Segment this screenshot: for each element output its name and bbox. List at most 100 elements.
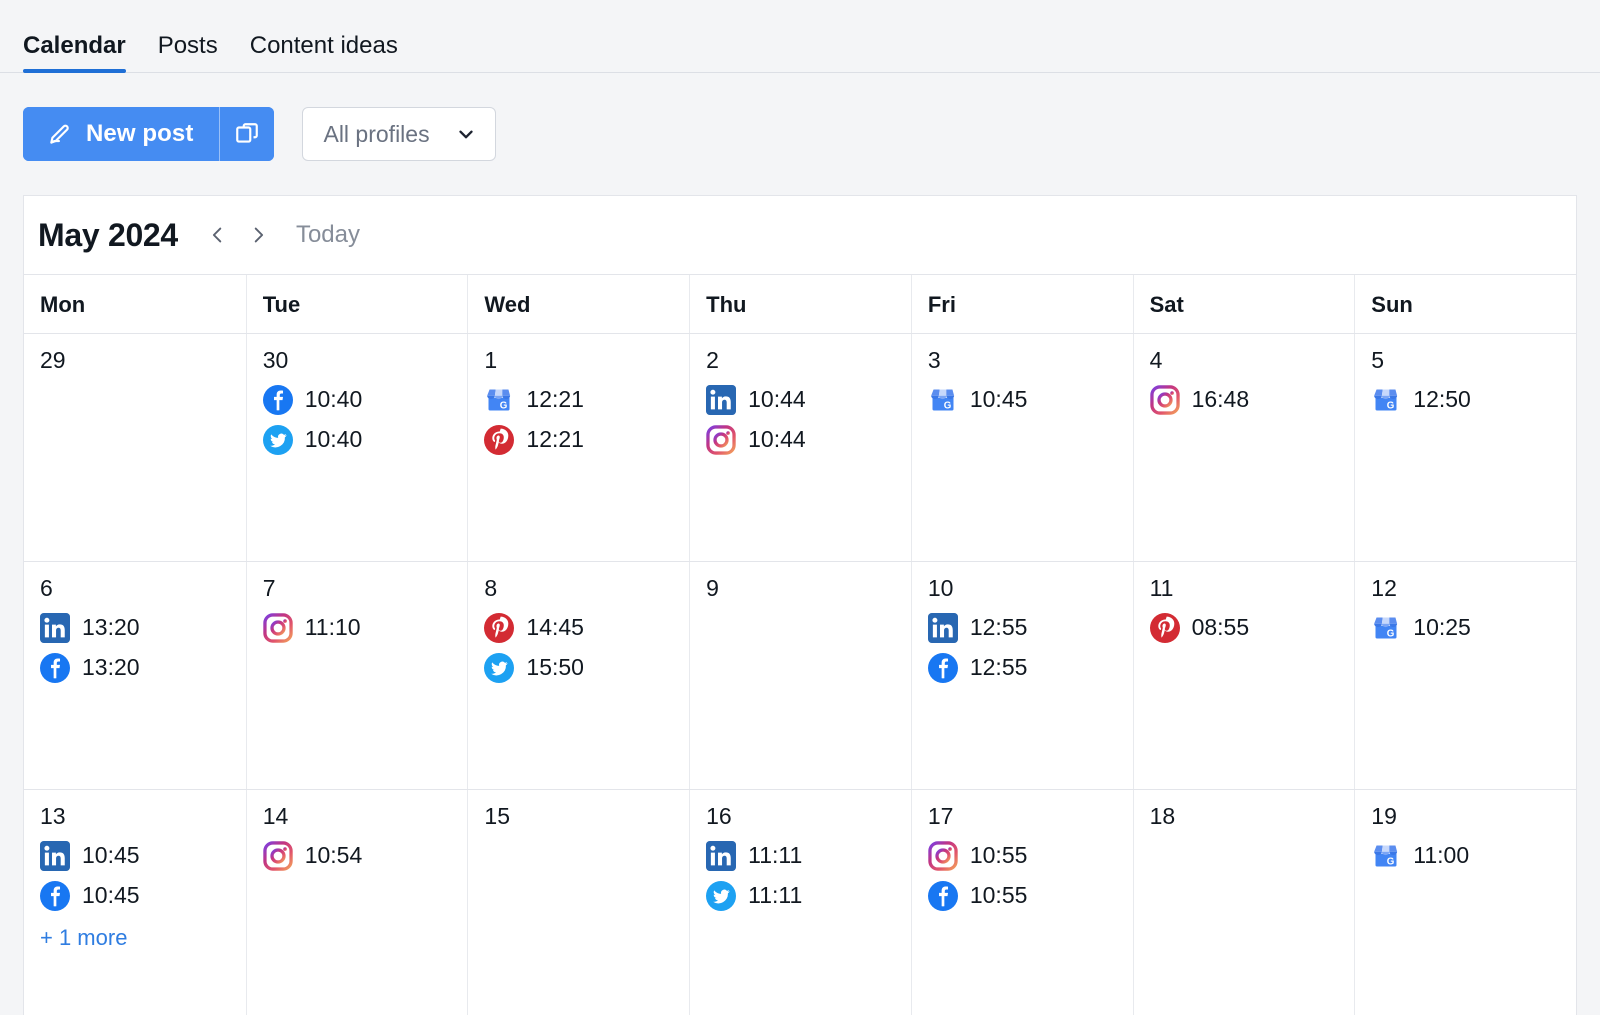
scheduled-post[interactable]: 10:45 bbox=[40, 841, 246, 871]
calendar-day-cell[interactable]: 30 10:40 10:40 bbox=[246, 334, 468, 561]
day-events: 10:44 10:44 bbox=[706, 385, 911, 455]
calendar-day-cell[interactable]: 14 10:54 bbox=[246, 790, 468, 1015]
day-of-week-row: Mon Tue Wed Thu Fri Sat Sun bbox=[24, 274, 1576, 333]
calendar-day-cell[interactable]: 11 08:55 bbox=[1133, 562, 1355, 789]
post-time: 12:55 bbox=[970, 656, 1028, 679]
post-time: 10:25 bbox=[1413, 616, 1471, 639]
svg-text:G: G bbox=[1387, 400, 1395, 411]
instagram-icon bbox=[263, 841, 293, 871]
post-time: 14:45 bbox=[526, 616, 584, 639]
scheduled-post[interactable]: 13:20 bbox=[40, 613, 246, 643]
post-time: 11:00 bbox=[1413, 844, 1469, 867]
scheduled-post[interactable]: 11:11 bbox=[706, 881, 911, 911]
next-month-button[interactable] bbox=[238, 215, 278, 255]
calendar-day-cell[interactable]: 1 G 12:21 12:21 bbox=[467, 334, 689, 561]
scheduled-post[interactable]: 10:55 bbox=[928, 881, 1133, 911]
calendar-day-cell[interactable]: 9 bbox=[689, 562, 911, 789]
scheduled-post[interactable]: 12:55 bbox=[928, 653, 1133, 683]
calendar-day-cell[interactable]: 2 10:44 10:44 bbox=[689, 334, 911, 561]
day-events: 10:40 10:40 bbox=[263, 385, 468, 455]
day-number: 8 bbox=[484, 574, 689, 603]
tab-posts[interactable]: Posts bbox=[146, 34, 230, 72]
calendar-day-cell[interactable]: 6 13:20 13:20 bbox=[24, 562, 246, 789]
dow-mon: Mon bbox=[24, 275, 246, 333]
scheduled-post[interactable]: 10:55 bbox=[928, 841, 1133, 871]
post-time: 15:50 bbox=[526, 656, 584, 679]
profiles-select-value: All profiles bbox=[323, 121, 429, 148]
tab-calendar[interactable]: Calendar bbox=[23, 34, 138, 72]
calendar-day-cell[interactable]: 7 11:10 bbox=[246, 562, 468, 789]
post-time: 08:55 bbox=[1192, 616, 1250, 639]
linkedin-icon bbox=[706, 385, 736, 415]
calendar-header: May 2024 Today bbox=[24, 196, 1576, 274]
scheduled-post[interactable]: 16:48 bbox=[1150, 385, 1355, 415]
profiles-select[interactable]: All profiles bbox=[302, 107, 496, 161]
scheduled-post[interactable]: G 12:21 bbox=[484, 385, 689, 415]
day-number: 16 bbox=[706, 802, 911, 831]
scheduled-post[interactable]: 12:55 bbox=[928, 613, 1133, 643]
facebook-icon bbox=[40, 653, 70, 683]
scheduled-post[interactable]: 15:50 bbox=[484, 653, 689, 683]
scheduled-post[interactable]: 13:20 bbox=[40, 653, 246, 683]
scheduled-post[interactable]: 11:11 bbox=[706, 841, 911, 871]
post-time: 13:20 bbox=[82, 656, 140, 679]
calendar-day-cell[interactable]: 19 G 11:00 bbox=[1354, 790, 1576, 1015]
calendar-day-cell[interactable]: 13 10:45 10:45+ 1 more bbox=[24, 790, 246, 1015]
google-business-icon: G bbox=[1371, 841, 1401, 871]
svg-text:G: G bbox=[944, 400, 952, 411]
day-events: 08:55 bbox=[1150, 613, 1355, 643]
pinterest-icon bbox=[1150, 613, 1180, 643]
day-number: 11 bbox=[1150, 574, 1355, 603]
instagram-icon bbox=[706, 425, 736, 455]
prev-month-button[interactable] bbox=[198, 215, 238, 255]
scheduled-post[interactable]: 11:10 bbox=[263, 613, 468, 643]
scheduled-post[interactable]: 10:40 bbox=[263, 425, 468, 455]
calendar-day-cell[interactable]: 17 10:55 10:55 bbox=[911, 790, 1133, 1015]
duplicate-button[interactable] bbox=[220, 107, 274, 161]
day-number: 6 bbox=[40, 574, 246, 603]
calendar-day-cell[interactable]: 12 G 10:25 bbox=[1354, 562, 1576, 789]
calendar-day-cell[interactable]: 18 bbox=[1133, 790, 1355, 1015]
calendar-day-cell[interactable]: 4 16:48 bbox=[1133, 334, 1355, 561]
scheduled-post[interactable]: 10:40 bbox=[263, 385, 468, 415]
scheduled-post[interactable]: G 10:45 bbox=[928, 385, 1133, 415]
scheduled-post[interactable]: 14:45 bbox=[484, 613, 689, 643]
scheduled-post[interactable]: 08:55 bbox=[1150, 613, 1355, 643]
new-post-button[interactable]: New post bbox=[23, 107, 219, 161]
scheduled-post[interactable]: 12:21 bbox=[484, 425, 689, 455]
post-time: 10:45 bbox=[82, 844, 140, 867]
pinterest-icon bbox=[484, 613, 514, 643]
calendar-day-cell[interactable]: 10 12:55 12:55 bbox=[911, 562, 1133, 789]
scheduled-post[interactable]: 10:44 bbox=[706, 385, 911, 415]
day-events: G 12:21 12:21 bbox=[484, 385, 689, 455]
today-button[interactable]: Today bbox=[296, 221, 360, 249]
tab-content-ideas[interactable]: Content ideas bbox=[238, 34, 410, 72]
scheduled-post[interactable]: 10:54 bbox=[263, 841, 468, 871]
scheduled-post[interactable]: G 11:00 bbox=[1371, 841, 1576, 871]
post-time: 10:44 bbox=[748, 388, 806, 411]
day-number: 18 bbox=[1150, 802, 1355, 831]
dow-sun: Sun bbox=[1354, 275, 1576, 333]
post-time: 11:11 bbox=[748, 844, 802, 867]
more-posts-link[interactable]: + 1 more bbox=[40, 925, 127, 951]
tab-content-ideas-label: Content ideas bbox=[250, 32, 398, 59]
scheduled-post[interactable]: G 12:50 bbox=[1371, 385, 1576, 415]
calendar-day-cell[interactable]: 16 11:11 11:11 bbox=[689, 790, 911, 1015]
post-time: 10:44 bbox=[748, 428, 806, 451]
calendar-day-cell[interactable]: 15 bbox=[467, 790, 689, 1015]
day-events: G 10:25 bbox=[1371, 613, 1576, 643]
google-business-icon: G bbox=[1371, 613, 1401, 643]
calendar-day-cell[interactable]: 5 G 12:50 bbox=[1354, 334, 1576, 561]
calendar-day-cell[interactable]: 29 bbox=[24, 334, 246, 561]
calendar-day-cell[interactable]: 3 G 10:45 bbox=[911, 334, 1133, 561]
day-number: 19 bbox=[1371, 802, 1576, 831]
day-number: 7 bbox=[263, 574, 468, 603]
scheduled-post[interactable]: G 10:25 bbox=[1371, 613, 1576, 643]
calendar-day-cell[interactable]: 8 14:45 15:50 bbox=[467, 562, 689, 789]
day-events: G 10:45 bbox=[928, 385, 1133, 415]
instagram-icon bbox=[928, 841, 958, 871]
scheduled-post[interactable]: 10:45 bbox=[40, 881, 246, 911]
tab-posts-label: Posts bbox=[158, 32, 218, 59]
calendar-weeks: 2930 10:40 10:401 G 12:21 12:212 bbox=[24, 333, 1576, 1015]
scheduled-post[interactable]: 10:44 bbox=[706, 425, 911, 455]
